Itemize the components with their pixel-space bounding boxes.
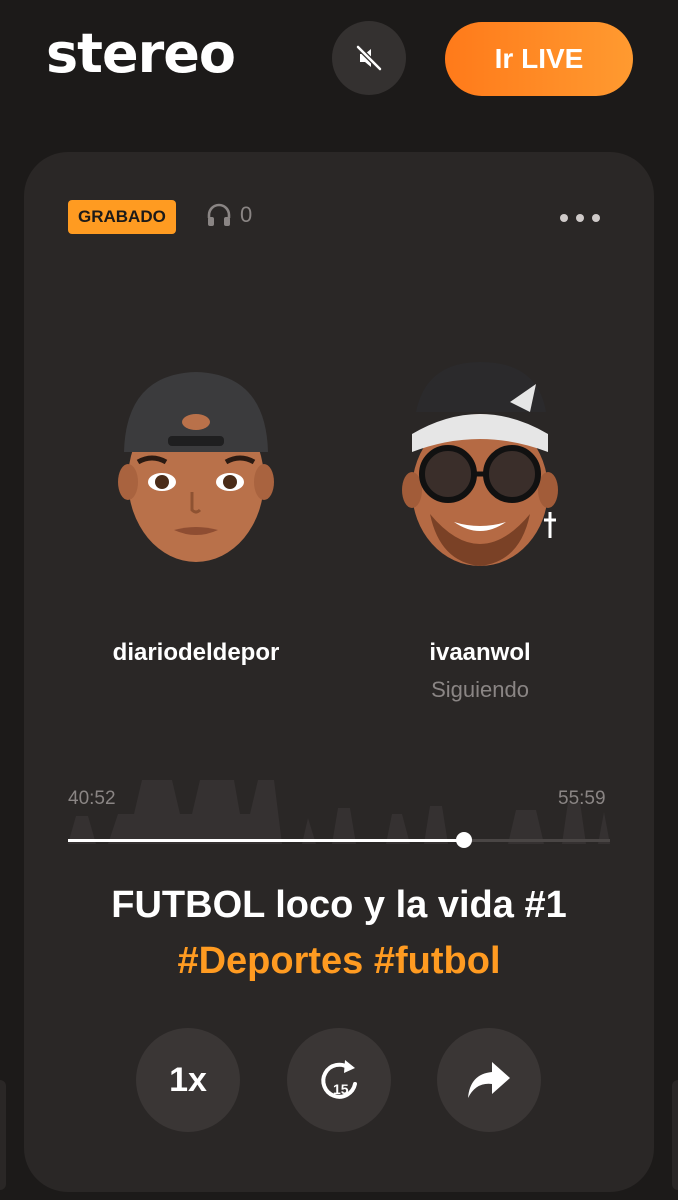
- progress-fill: [68, 839, 464, 842]
- progress-handle[interactable]: [455, 832, 472, 848]
- progress-bar[interactable]: [68, 832, 610, 848]
- speaker-diariodeldepor[interactable]: diariodeldepor: [86, 342, 306, 667]
- previous-card-edge[interactable]: [0, 1080, 6, 1190]
- room-card: GRABADO 0 diariodeldepor ivaanwol Siguie…: [24, 152, 654, 1192]
- recorded-badge: GRABADO: [68, 200, 176, 234]
- rewind-15-icon: 15: [321, 1060, 357, 1099]
- room-title: FUTBOL loco y la vida #1: [111, 884, 567, 926]
- rewind-15-button[interactable]: 15: [287, 1028, 391, 1132]
- headphones-icon: [207, 203, 231, 226]
- avatar: [118, 372, 274, 562]
- following-status: Siguiendo: [431, 677, 529, 702]
- share-button[interactable]: [437, 1028, 541, 1132]
- rewind-label: 15: [333, 1081, 349, 1097]
- room-tags[interactable]: #Deportes #futbol: [24, 940, 654, 983]
- avatar: [402, 362, 558, 566]
- listeners-number: 0: [240, 202, 253, 227]
- more-dots-icon: [560, 214, 568, 222]
- mute-button[interactable]: [332, 21, 406, 95]
- elapsed-time: 40:52: [68, 788, 116, 809]
- go-live-button[interactable]: Ir LIVE: [445, 22, 633, 96]
- share-arrow-icon: [468, 1062, 510, 1098]
- speaker-name: ivaanwol: [429, 639, 531, 666]
- audio-waveform: [68, 780, 610, 844]
- app-logo: stereo: [46, 22, 236, 85]
- playback-speed-button[interactable]: 1x: [136, 1028, 240, 1132]
- total-time: 55:59: [558, 788, 606, 809]
- speaker-name: diariodeldepor: [112, 639, 280, 666]
- muted-speaker-icon: [356, 45, 382, 71]
- more-options-button[interactable]: [560, 208, 600, 228]
- listeners-count: 0: [206, 202, 252, 228]
- speaker-ivaanwol[interactable]: ivaanwol Siguiendo: [370, 342, 590, 703]
- next-card-edge[interactable]: [672, 1080, 678, 1190]
